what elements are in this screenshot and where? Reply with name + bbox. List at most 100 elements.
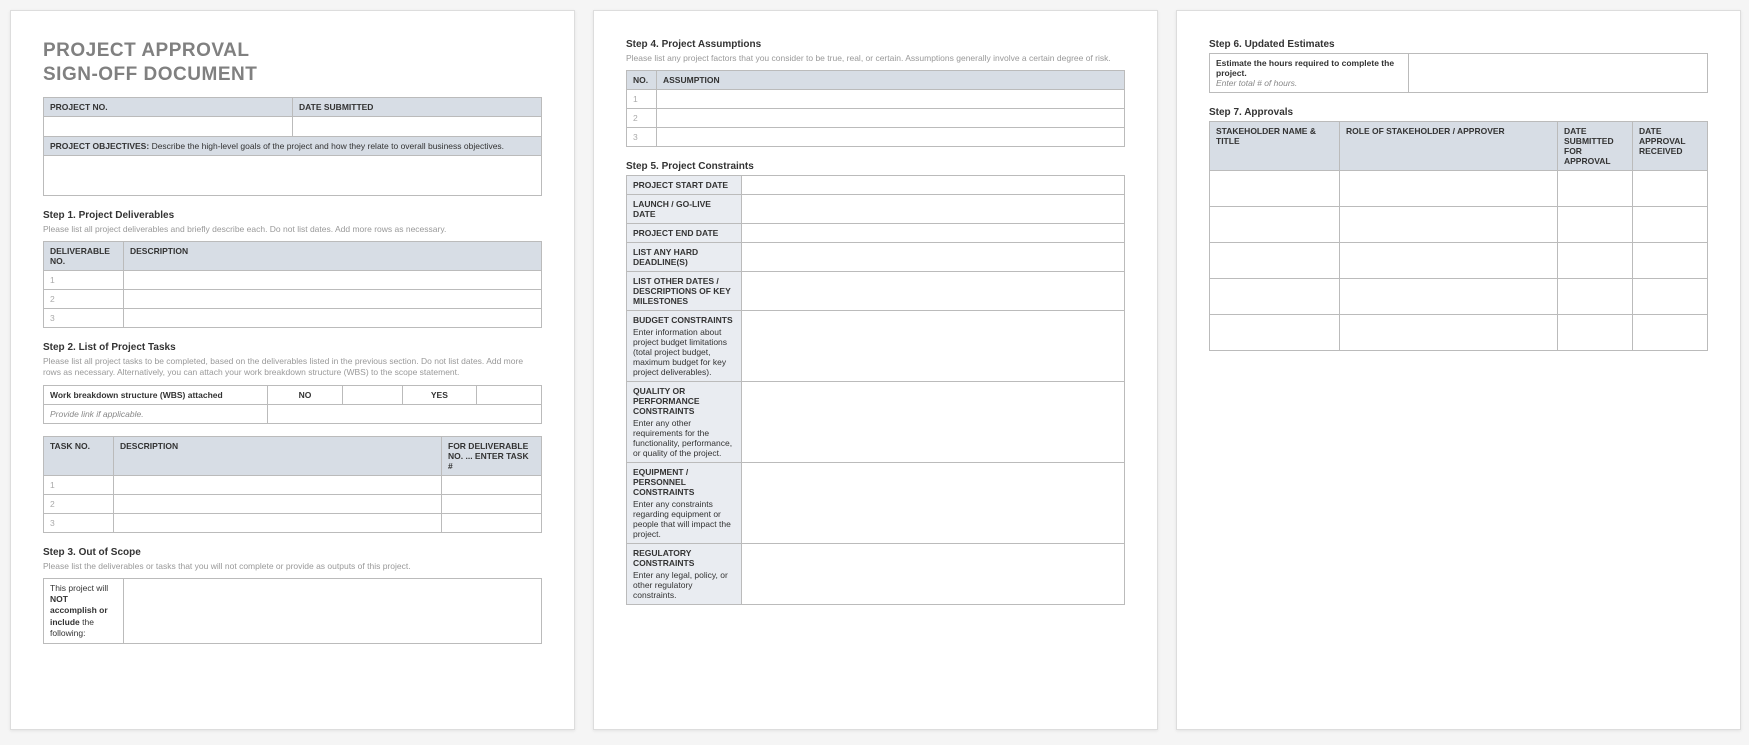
approval-sub-cell[interactable] <box>1558 243 1633 279</box>
end-date-label: PROJECT END DATE <box>627 224 742 243</box>
approval-rec-cell[interactable] <box>1633 171 1708 207</box>
regulatory-cell[interactable] <box>742 544 1125 605</box>
assumption-cell[interactable] <box>657 128 1125 147</box>
document-title: PROJECT APPROVAL SIGN-OFF DOCUMENT <box>43 39 542 87</box>
budget-cell[interactable] <box>742 311 1125 382</box>
task-for-cell[interactable] <box>442 513 542 532</box>
step5-title: Step 5. Project Constraints <box>626 161 1125 172</box>
approval-rec-cell[interactable] <box>1633 315 1708 351</box>
other-dates-label: LIST OTHER DATES / DESCRIPTIONS OF KEY M… <box>627 272 742 311</box>
quality-bold: QUALITY OR PERFORMANCE CONSTRAINTS <box>633 386 700 416</box>
task-for-cell[interactable] <box>442 475 542 494</box>
launch-date-cell[interactable] <box>742 195 1125 224</box>
project-no-header: PROJECT NO. <box>44 97 293 116</box>
start-date-cell[interactable] <box>742 176 1125 195</box>
task-desc-cell[interactable] <box>114 494 442 513</box>
objectives-cell[interactable] <box>44 155 542 195</box>
approval-role-cell[interactable] <box>1340 207 1558 243</box>
table-row: 1 <box>44 475 114 494</box>
approval-name-cell[interactable] <box>1210 243 1340 279</box>
constraints-table: PROJECT START DATE LAUNCH / GO-LIVE DATE… <box>626 175 1125 605</box>
assumption-cell[interactable] <box>657 90 1125 109</box>
hard-deadline-cell[interactable] <box>742 243 1125 272</box>
date-submitted-cell[interactable] <box>293 116 542 136</box>
table-row: 3 <box>44 308 124 327</box>
table-row: 1 <box>44 270 124 289</box>
task-for-cell[interactable] <box>442 494 542 513</box>
end-date-cell[interactable] <box>742 224 1125 243</box>
scope-cell[interactable] <box>124 579 542 643</box>
estimate-hint: Enter total # of hours. <box>1216 78 1297 88</box>
step3-desc: Please list the deliverables or tasks th… <box>43 561 542 572</box>
table-row: 2 <box>44 289 124 308</box>
estimate-label-cell: Estimate the hours required to complete … <box>1210 54 1409 93</box>
start-date-label: PROJECT START DATE <box>627 176 742 195</box>
approval-sub-cell[interactable] <box>1558 207 1633 243</box>
approval-sub-cell[interactable] <box>1558 279 1633 315</box>
table-row: 1 <box>627 90 657 109</box>
title-line-2: SIGN-OFF DOCUMENT <box>43 63 542 87</box>
approval-name-cell[interactable] <box>1210 279 1340 315</box>
deliverable-desc-header: DESCRIPTION <box>124 241 542 270</box>
regulatory-bold: REGULATORY CONSTRAINTS <box>633 548 694 568</box>
wbs-link-hint: Provide link if applicable. <box>44 404 268 423</box>
deliverables-table: DELIVERABLE NO. DESCRIPTION 1 2 3 <box>43 241 542 328</box>
task-desc-cell[interactable] <box>114 513 442 532</box>
approval-name-cell[interactable] <box>1210 315 1340 351</box>
step2-title: Step 2. List of Project Tasks <box>43 342 542 353</box>
step2-desc: Please list all project tasks to be comp… <box>43 356 542 379</box>
approval-role-cell[interactable] <box>1340 171 1558 207</box>
deliverable-desc-cell[interactable] <box>124 289 542 308</box>
title-line-1: PROJECT APPROVAL <box>43 39 542 63</box>
table-row: 3 <box>627 128 657 147</box>
approvals-table: STAKEHOLDER NAME & TITLE ROLE OF STAKEHO… <box>1209 121 1708 351</box>
project-no-cell[interactable] <box>44 116 293 136</box>
scope-pre: This project will <box>50 583 108 593</box>
table-row: 2 <box>44 494 114 513</box>
wbs-yes-cell[interactable] <box>477 385 542 404</box>
approval-rec-cell[interactable] <box>1633 279 1708 315</box>
approval-sub-cell[interactable] <box>1558 315 1633 351</box>
step3-title: Step 3. Out of Scope <box>43 547 542 558</box>
quality-cell[interactable] <box>742 382 1125 463</box>
task-desc-cell[interactable] <box>114 475 442 494</box>
objectives-label: PROJECT OBJECTIVES: <box>50 141 149 151</box>
budget-label: BUDGET CONSTRAINTS Enter information abo… <box>627 311 742 382</box>
step1-desc: Please list all project deliverables and… <box>43 224 542 235</box>
date-submitted-header: DATE SUBMITTED FOR APPROVAL <box>1558 122 1633 171</box>
budget-sub: Enter information about project budget l… <box>633 327 735 377</box>
approval-role-cell[interactable] <box>1340 243 1558 279</box>
approval-role-cell[interactable] <box>1340 315 1558 351</box>
page-1: PROJECT APPROVAL SIGN-OFF DOCUMENT PROJE… <box>10 10 575 730</box>
deliverable-no-header: DELIVERABLE NO. <box>44 241 124 270</box>
wbs-table: Work breakdown structure (WBS) attached … <box>43 385 542 424</box>
scope-table: This project will NOT accomplish or incl… <box>43 578 542 643</box>
deliverable-desc-cell[interactable] <box>124 308 542 327</box>
objectives-header: PROJECT OBJECTIVES: Describe the high-le… <box>44 136 542 155</box>
approval-name-cell[interactable] <box>1210 207 1340 243</box>
wbs-no-cell[interactable] <box>342 385 402 404</box>
project-header-table: PROJECT NO. DATE SUBMITTED PROJECT OBJEC… <box>43 97 542 196</box>
estimate-label: Estimate the hours required to complete … <box>1216 58 1394 78</box>
other-dates-cell[interactable] <box>742 272 1125 311</box>
regulatory-sub: Enter any legal, policy, or other regula… <box>633 570 735 600</box>
step6-title: Step 6. Updated Estimates <box>1209 39 1708 50</box>
assumption-cell[interactable] <box>657 109 1125 128</box>
approval-sub-cell[interactable] <box>1558 171 1633 207</box>
table-row: 3 <box>44 513 114 532</box>
wbs-no-label: NO <box>268 385 343 404</box>
approval-rec-cell[interactable] <box>1633 207 1708 243</box>
equipment-cell[interactable] <box>742 463 1125 544</box>
stakeholder-name-header: STAKEHOLDER NAME & TITLE <box>1210 122 1340 171</box>
budget-bold: BUDGET CONSTRAINTS <box>633 315 733 325</box>
approval-name-cell[interactable] <box>1210 171 1340 207</box>
deliverable-desc-cell[interactable] <box>124 270 542 289</box>
estimate-cell[interactable] <box>1409 54 1708 93</box>
task-desc-header: DESCRIPTION <box>114 436 442 475</box>
wbs-link-cell[interactable] <box>268 404 542 423</box>
equipment-bold: EQUIPMENT / PERSONNEL CONSTRAINTS <box>633 467 694 497</box>
approval-rec-cell[interactable] <box>1633 243 1708 279</box>
hard-deadline-label: LIST ANY HARD DEADLINE(S) <box>627 243 742 272</box>
step7-title: Step 7. Approvals <box>1209 107 1708 118</box>
approval-role-cell[interactable] <box>1340 279 1558 315</box>
